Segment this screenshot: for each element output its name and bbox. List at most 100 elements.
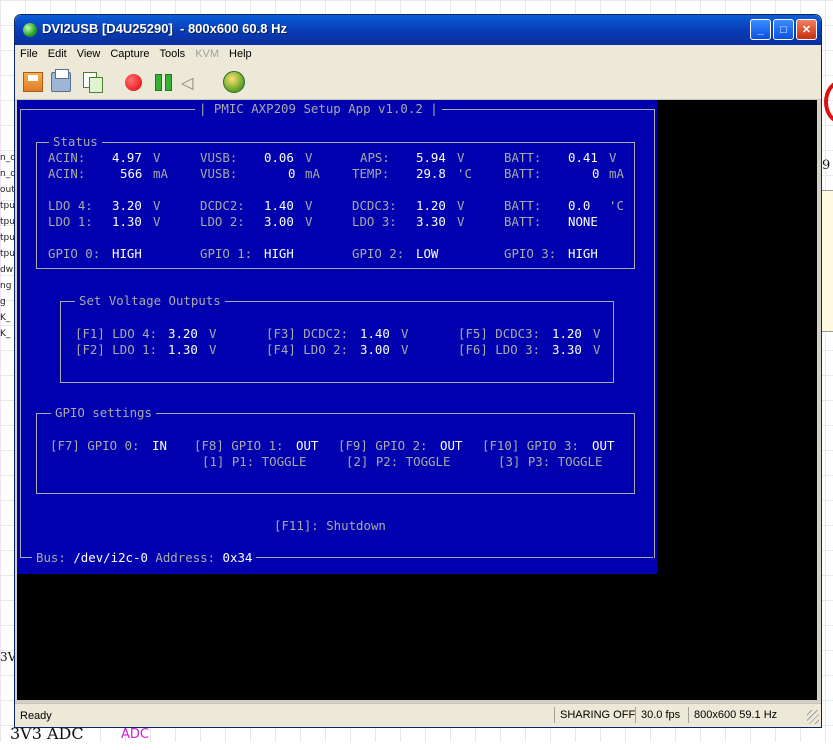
vusb-current-value: 0	[288, 166, 296, 181]
acin-current-unit: mA	[153, 166, 168, 181]
menu-kvm: KVM	[195, 48, 220, 60]
menu-edit[interactable]: Edit	[43, 45, 72, 60]
p3-toggle[interactable]: [3] P3: TOGGLE	[498, 454, 602, 470]
record-icon[interactable]	[125, 74, 142, 91]
f6-ldo3-label[interactable]: [F6] LDO 3:	[458, 342, 540, 358]
f7-gpio0-value[interactable]: IN	[152, 438, 167, 454]
app-title: PMIC AXP209 Setup App v1.0.2	[213, 101, 423, 116]
window-title: DVI2USB [D4U25290] - 800x600 60.8 Hz	[42, 21, 287, 36]
ldo3-label: LDO 3:	[352, 214, 397, 229]
f10-gpio3-value[interactable]: OUT	[592, 438, 614, 454]
ldo2-value: 3.00	[264, 214, 294, 229]
status-heading: Status	[49, 134, 102, 150]
batt-temp-value: 0.0	[568, 198, 591, 213]
address-label: Address:	[155, 550, 216, 565]
f2-ldo1-unit: V	[209, 342, 217, 357]
copy-icon[interactable]	[83, 72, 103, 93]
f3-dcdc2-label[interactable]: [F3] DCDC2:	[266, 326, 348, 342]
f8-gpio1-value[interactable]: OUT	[296, 438, 318, 454]
f4-ldo2-label[interactable]: [F4] LDO 2:	[266, 342, 348, 358]
video-mode-status: 800x600 59.1 Hz	[688, 707, 782, 723]
menu-file[interactable]: File	[15, 45, 43, 60]
fps-status: 30.0 fps	[635, 707, 685, 723]
terminal-ui: | PMIC AXP209 Setup App v1.0.2 | Status …	[17, 100, 657, 574]
acin-current-value: 566	[120, 166, 143, 181]
acin-voltage-label: ACIN:	[48, 150, 86, 165]
f1-ldo4-value[interactable]: 3.20	[168, 326, 198, 342]
ldo2-label: LDO 2:	[200, 214, 245, 229]
f2-ldo1-label[interactable]: [F2] LDO 1:	[75, 342, 157, 358]
p2-toggle[interactable]: [2] P2: TOGGLE	[346, 454, 450, 470]
f2-ldo1-value[interactable]: 1.30	[168, 342, 198, 358]
f5-dcdc3-value[interactable]: 1.20	[552, 326, 582, 342]
globe-icon[interactable]	[223, 71, 245, 93]
batt-voltage-unit: V	[609, 150, 617, 165]
f4-ldo2-value[interactable]: 3.00	[360, 342, 390, 358]
f9-gpio2-value[interactable]: OUT	[440, 438, 462, 454]
vusb-voltage-label: VUSB:	[200, 150, 238, 165]
print-icon[interactable]	[51, 69, 71, 92]
dcdc3-unit: V	[457, 198, 465, 213]
batt-temp-label: BATT:	[504, 198, 542, 213]
close-button[interactable]: ✕	[796, 19, 817, 40]
f1-ldo4-label[interactable]: [F1] LDO 4:	[75, 326, 157, 342]
gpio2-label: GPIO 2:	[352, 246, 405, 261]
background-right-panel	[822, 190, 833, 332]
ldo1-label: LDO 1:	[48, 214, 93, 229]
ldo4-label: LDO 4:	[48, 198, 93, 213]
ldo1-unit: V	[153, 214, 161, 229]
aps-unit: V	[457, 150, 465, 165]
resize-grip[interactable]	[807, 710, 819, 724]
temp-label: TEMP:	[352, 166, 390, 181]
f3-dcdc2-value[interactable]: 1.40	[360, 326, 390, 342]
capture-screen[interactable]: | PMIC AXP209 Setup App v1.0.2 | Status …	[17, 100, 817, 700]
vusb-current-label: VUSB:	[200, 166, 238, 181]
vusb-voltage-value: 0.06	[264, 150, 294, 165]
status-bar: Ready SHARING OFF 30.0 fps 800x600 59.1 …	[15, 703, 821, 727]
f6-ldo3-value[interactable]: 3.30	[552, 342, 582, 358]
menu-view[interactable]: View	[72, 45, 106, 60]
ldo4-value: 3.20	[112, 198, 142, 213]
maximize-button[interactable]: □	[773, 19, 794, 40]
title-bar[interactable]: DVI2USB [D4U25290] - 800x600 60.8 Hz _ □…	[15, 15, 821, 45]
f5-dcdc3-label[interactable]: [F5] DCDC3:	[458, 326, 540, 342]
ldo1-value: 1.30	[112, 214, 142, 229]
menu-help[interactable]: Help	[224, 45, 257, 60]
pause-icon[interactable]	[155, 74, 173, 91]
f9-gpio2-label[interactable]: [F9] GPIO 2:	[338, 438, 428, 454]
gpio0-value: HIGH	[112, 246, 142, 261]
temp-unit: 'C	[457, 166, 472, 181]
temp-value: 29.8	[416, 166, 446, 181]
shutdown-option[interactable]: [F11]: Shutdown	[274, 518, 386, 534]
bus-info: Bus: /dev/i2c-0 Address: 0x34	[32, 550, 257, 566]
menu-capture[interactable]: Capture	[105, 45, 154, 60]
status-ready: Ready	[20, 710, 52, 722]
batt-current-unit: mA	[609, 166, 624, 181]
batt-current-label: BATT:	[504, 166, 542, 181]
save-icon[interactable]	[23, 72, 43, 92]
f7-gpio0-label[interactable]: [F7] GPIO 0:	[50, 438, 140, 454]
ldo4-unit: V	[153, 198, 161, 213]
gpio-settings-heading: GPIO settings	[51, 405, 156, 421]
gpio2-value: LOW	[416, 246, 439, 261]
gpio1-value: HIGH	[264, 246, 294, 261]
dcdc2-label: DCDC2:	[200, 198, 245, 213]
ldo3-unit: V	[457, 214, 465, 229]
ldo3-value: 3.30	[416, 214, 446, 229]
menu-bar: File Edit View Capture Tools KVM Help	[15, 45, 821, 65]
acin-voltage-value: 4.97	[112, 150, 142, 165]
acin-current-label: ACIN:	[48, 166, 86, 181]
batt-voltage-value: 0.41	[568, 150, 598, 165]
batt-temp-unit: 'C	[609, 198, 624, 213]
bus-value: /dev/i2c-0	[73, 550, 148, 565]
speaker-icon[interactable]: ◁	[181, 74, 197, 91]
gpio3-value: HIGH	[568, 246, 598, 261]
f8-gpio1-label[interactable]: [F8] GPIO 1:	[194, 438, 284, 454]
p1-toggle[interactable]: [1] P1: TOGGLE	[202, 454, 306, 470]
f10-gpio3-label[interactable]: [F10] GPIO 3:	[482, 438, 579, 454]
batt-voltage-label: BATT:	[504, 150, 542, 165]
minimize-button[interactable]: _	[750, 19, 771, 40]
dcdc3-label: DCDC3:	[352, 198, 397, 213]
menu-tools[interactable]: Tools	[155, 45, 191, 60]
dcdc3-value: 1.20	[416, 198, 446, 213]
